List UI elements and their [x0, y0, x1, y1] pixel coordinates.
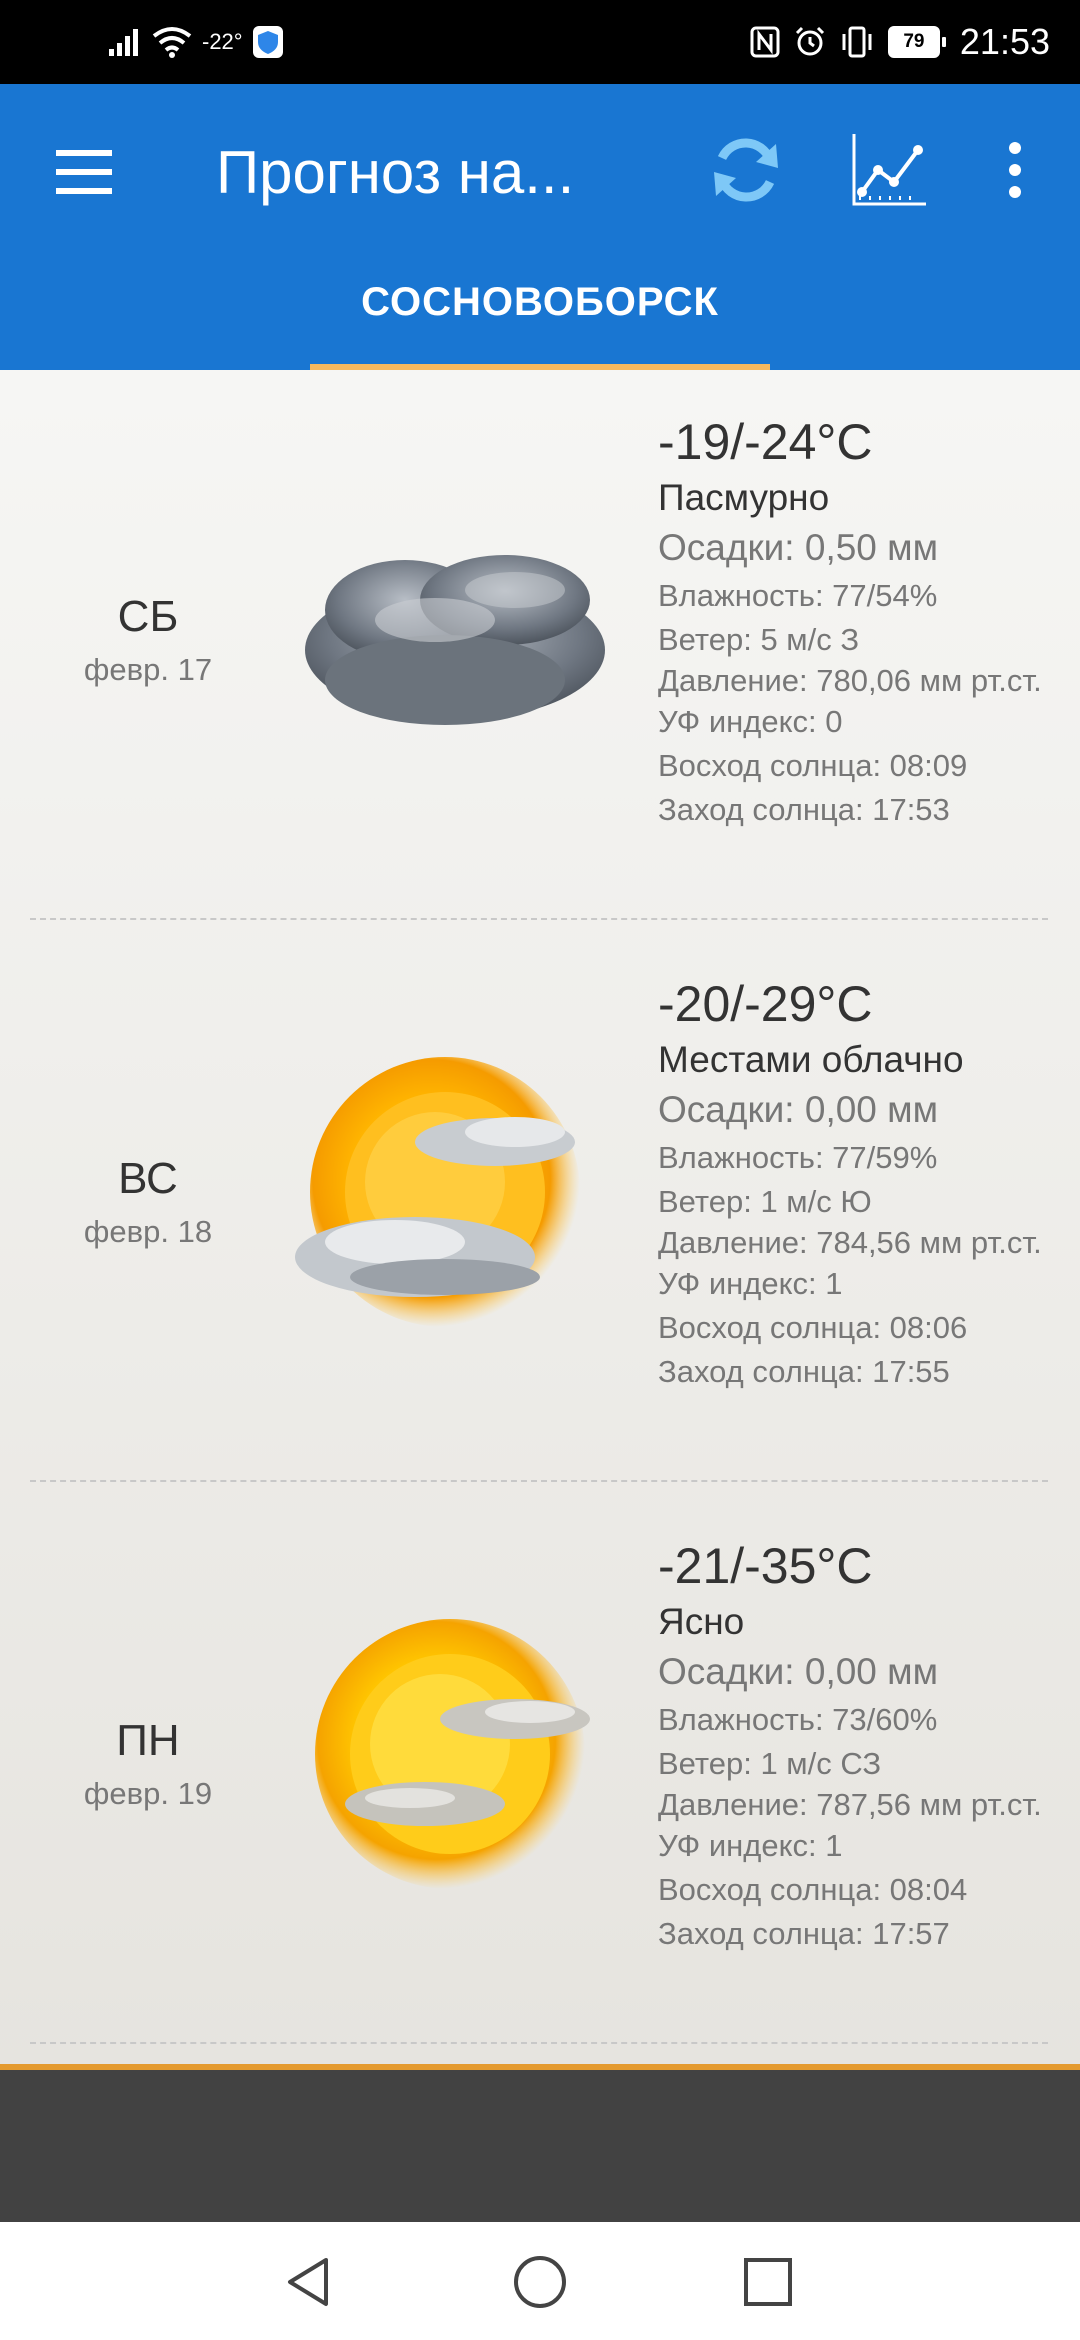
- pressure: Давление: 780,06 мм рт.ст.: [658, 663, 1042, 698]
- condition: Ясно: [658, 1601, 745, 1642]
- sunny-thin-clouds-icon: [315, 1619, 590, 1889]
- nfc-icon: [750, 26, 780, 58]
- wifi-icon: [152, 27, 192, 58]
- humidity: Влажность: 77/54%: [658, 578, 938, 613]
- overcast-cloud-icon: [305, 555, 605, 725]
- refresh-icon[interactable]: [706, 130, 786, 210]
- condition: Пасмурно: [658, 477, 830, 518]
- wind: Ветер: 1 м/с Ю: [658, 1184, 872, 1219]
- vibrate-icon: [842, 26, 872, 58]
- back-triangle-icon[interactable]: [280, 2252, 340, 2312]
- battery-level: 79: [887, 26, 940, 58]
- day-of-week: ВС: [118, 1154, 178, 1203]
- pressure: Давление: 784,56 мм рт.ст.: [658, 1225, 1042, 1260]
- uv-index: УФ индекс: 0: [658, 704, 843, 739]
- temperature-range: -21/-35°C: [658, 1538, 873, 1594]
- precipitation: Осадки: 0,00 мм: [658, 1089, 939, 1130]
- day-date: февр. 19: [83, 1776, 213, 1811]
- cell-signal-icon: [109, 29, 138, 56]
- hamburger-menu-icon[interactable]: [52, 144, 116, 200]
- forecast-day[interactable]: ВС февр. 18 -20/-29°C Местами облачно Ос…: [0, 932, 1080, 1494]
- sunrise: Восход солнца: 08:04: [658, 1872, 968, 1907]
- precipitation: Осадки: 0,50 мм: [658, 527, 939, 568]
- sunrise: Восход солнца: 08:06: [658, 1310, 968, 1345]
- shield-icon: [252, 26, 283, 58]
- day-details: -20/-29°C Местами облачно Осадки: 0,00 м…: [658, 974, 1058, 1394]
- wind: Ветер: 1 м/с СЗ: [658, 1746, 882, 1781]
- wind: Ветер: 5 м/с З: [658, 622, 860, 657]
- line-chart-icon[interactable]: [848, 130, 928, 210]
- home-circle-icon[interactable]: [510, 2252, 570, 2312]
- recents-square-icon[interactable]: [738, 2252, 798, 2312]
- divider: [30, 918, 1048, 920]
- tab-city[interactable]: СОСНОВОБОРСК: [310, 272, 770, 346]
- day-of-week: СБ: [117, 592, 179, 641]
- status-bar: -22° 79 21:53: [0, 0, 1080, 84]
- temperature-range: -20/-29°C: [658, 976, 873, 1032]
- uv-index: УФ индекс: 1: [658, 1266, 843, 1301]
- forecast-list[interactable]: СБ февр. 17 -19/-24°C Пасмурно Осадки: 0…: [0, 370, 1080, 2070]
- day-date: февр. 18: [83, 1214, 213, 1249]
- sunset: Заход солнца: 17:57: [658, 1916, 950, 1951]
- day-details: -19/-24°C Пасмурно Осадки: 0,50 мм Влажн…: [658, 412, 1058, 832]
- precipitation: Осадки: 0,00 мм: [658, 1651, 939, 1692]
- alarm-icon: [795, 26, 824, 56]
- page-title: Прогноз на...: [216, 139, 575, 206]
- forecast-day[interactable]: СБ февр. 17 -19/-24°C Пасмурно Осадки: 0…: [0, 370, 1080, 932]
- sunset: Заход солнца: 17:55: [658, 1354, 950, 1389]
- humidity: Влажность: 73/60%: [658, 1702, 938, 1737]
- uv-index: УФ индекс: 1: [658, 1828, 843, 1863]
- day-date: февр. 17: [83, 652, 213, 687]
- battery-indicator: 79: [887, 26, 946, 58]
- partly-cloudy-sun-icon: [295, 1057, 580, 1327]
- day-of-week: ПН: [116, 1716, 180, 1765]
- status-clock: 21:53: [959, 21, 1050, 62]
- app-bar: Прогноз на... СОСНОВОБОРСК: [0, 84, 1080, 370]
- temperature-range: -19/-24°C: [658, 414, 873, 470]
- forecast-day[interactable]: ПН февр. 19 -21/-35°C Ясно Осадки: 0,00 …: [0, 1494, 1080, 2056]
- humidity: Влажность: 77/59%: [658, 1140, 938, 1175]
- status-temperature: -22°: [202, 29, 243, 54]
- bottom-panel: [0, 2070, 1080, 2222]
- divider: [30, 1480, 1048, 1482]
- system-nav-bar: [0, 2222, 1080, 2340]
- divider: [30, 2042, 1048, 2044]
- pressure: Давление: 787,56 мм рт.ст.: [658, 1787, 1042, 1822]
- day-details: -21/-35°C Ясно Осадки: 0,00 мм Влажность…: [658, 1536, 1058, 1956]
- sunrise: Восход солнца: 08:09: [658, 748, 968, 783]
- sunset: Заход солнца: 17:53: [658, 792, 950, 827]
- condition: Местами облачно: [658, 1039, 964, 1080]
- more-vert-icon[interactable]: [1000, 140, 1030, 200]
